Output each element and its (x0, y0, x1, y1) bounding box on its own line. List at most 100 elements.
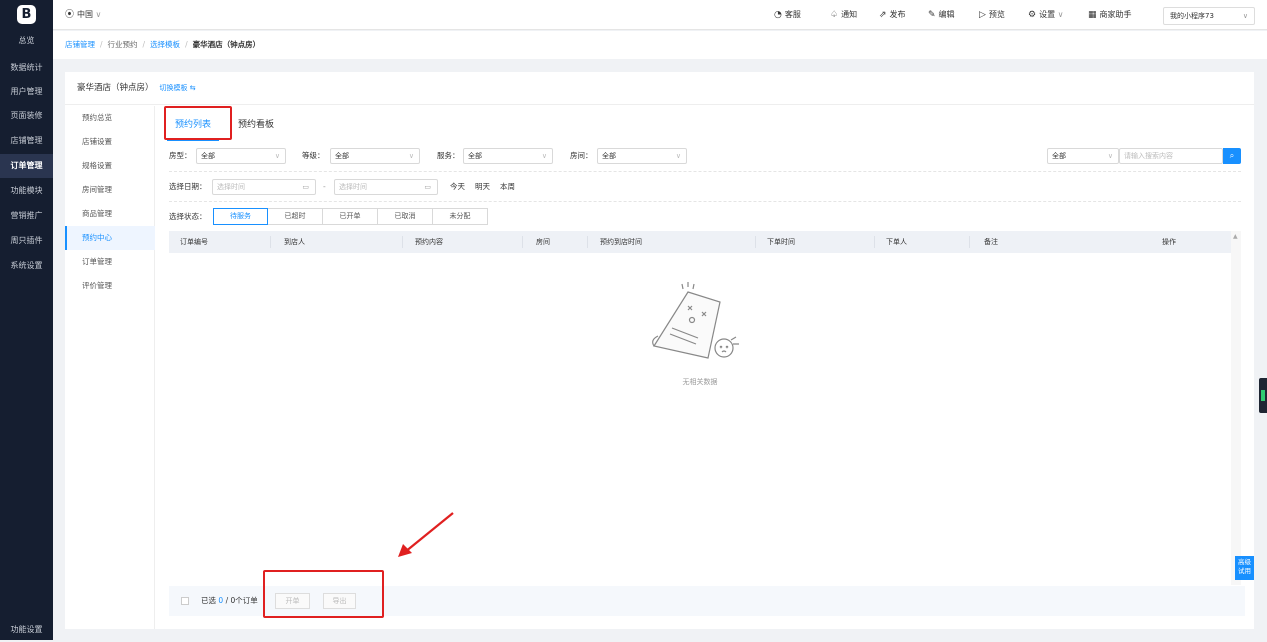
search-button[interactable]: ⌕ (1223, 148, 1241, 164)
search-input[interactable]: 请输入搜索内容 (1119, 148, 1223, 164)
room-label: 房间： (570, 151, 593, 160)
sidebar-item-page-decoration[interactable]: 页面装修 (0, 104, 53, 128)
qrcode-icon: ▦ (1088, 10, 1097, 20)
date-week-link[interactable]: 本周 (500, 179, 515, 195)
chevron-down-icon: ∨ (1055, 10, 1064, 19)
date-today-link[interactable]: 今天 (450, 179, 465, 195)
sidebar-item-marketing[interactable]: 营销推广 (0, 204, 53, 228)
bell-icon: ♤ (830, 10, 839, 20)
sidebar-item-store[interactable]: 店铺管理 (0, 129, 53, 153)
col-content: 预约内容 (415, 238, 443, 246)
sidebar-item-users[interactable]: 用户管理 (0, 80, 53, 104)
status-cancelled[interactable]: 已取消 (378, 208, 433, 225)
sidebar-item-data-stats[interactable]: 数据统计 (0, 56, 53, 80)
side-feedback-tab[interactable] (1259, 378, 1267, 413)
col-room: 房间 (536, 238, 550, 246)
calendar-icon: ▭ (302, 183, 309, 191)
col-order-time: 下单时间 (767, 238, 795, 246)
select-all-checkbox[interactable] (181, 597, 189, 605)
advanced-trial-button[interactable]: 高级试用 (1235, 556, 1254, 580)
subnav-item-spec-settings[interactable]: 规格设置 (65, 154, 155, 178)
preview-label: 预览 (988, 10, 1005, 19)
location-pin-icon: ⦿ (65, 10, 75, 20)
breadcrumb-store[interactable]: 店铺管理 (65, 40, 95, 49)
highlight-box-tab (164, 106, 232, 140)
empty-data-illustration (652, 282, 739, 359)
sidebar-item-function-settings[interactable]: 功能设置 (0, 618, 53, 642)
sidebar-item-modules[interactable]: 功能模块 (0, 179, 53, 203)
chevron-down-icon: ∨ (1107, 152, 1113, 160)
room-type-value: 全部 (201, 152, 215, 160)
col-arrival-time: 预约到店时间 (600, 238, 642, 246)
status-pending[interactable]: 待服务 (213, 208, 268, 225)
status-unassigned[interactable]: 未分配 (433, 208, 488, 225)
selected-suffix: / 0个订单 (225, 596, 258, 605)
status-timeout[interactable]: 已超时 (268, 208, 323, 225)
mini-program-select[interactable]: 我的小程序73 ∨ (1163, 7, 1255, 25)
assistant-button[interactable]: ▦ 商家助手 (1088, 0, 1132, 30)
selection-summary: 已选 0 / 0个订单 (201, 586, 258, 616)
col-remark: 备注 (984, 238, 998, 246)
search-scope-select[interactable]: 全部 ∨ (1047, 148, 1119, 164)
tab-booking-board[interactable]: 预约看板 (230, 109, 282, 141)
publish-button[interactable]: ⇗ 发布 (879, 0, 906, 30)
col-visitor: 到店人 (284, 238, 305, 246)
location-selector[interactable]: ⦿ 中国 ∨ (65, 0, 101, 30)
grade-select[interactable]: 全部 ∨ (330, 148, 420, 164)
publish-icon: ⇗ (879, 10, 887, 20)
table-scrollbar[interactable]: ▲ (1231, 231, 1241, 585)
gear-icon: ⚙ (1028, 10, 1037, 20)
divider (169, 201, 1241, 202)
sidebar-item-orders[interactable]: 订单管理 (0, 154, 53, 178)
service-label: 客服 (784, 10, 801, 19)
col-actions: 操作 (1162, 238, 1176, 246)
search-icon: ⌕ (1229, 151, 1235, 160)
col-sep (587, 236, 588, 248)
room-type-select[interactable]: 全部 ∨ (196, 148, 286, 164)
subnav-item-reviews[interactable]: 评价管理 (65, 274, 155, 298)
breadcrumb-industry[interactable]: 行业预约 (108, 40, 138, 49)
chevron-down-icon: ∨ (93, 10, 102, 19)
sub-nav: 预约总览 店铺设置 规格设置 房间管理 商品管理 预约中心 订单管理 评价管理 (65, 106, 155, 629)
mini-program-label: 我的小程序73 (1170, 12, 1214, 20)
grade-value: 全部 (335, 152, 349, 160)
settings-button[interactable]: ⚙ 设置 ∨ (1028, 0, 1063, 30)
edit-label: 编辑 (938, 10, 955, 19)
breadcrumb-template[interactable]: 选择模板 (150, 40, 180, 49)
col-sep (874, 236, 875, 248)
room-select[interactable]: 全部 ∨ (597, 148, 687, 164)
search-scope-value: 全部 (1052, 152, 1066, 160)
service-value: 全部 (468, 152, 482, 160)
status-opened[interactable]: 已开单 (323, 208, 378, 225)
subnav-item-orders[interactable]: 订单管理 (65, 250, 155, 274)
switch-template-link[interactable]: 切换模板 ⇆ (160, 84, 196, 92)
app-logo[interactable]: B (17, 5, 36, 24)
status-label: 选择状态： (169, 212, 207, 221)
feedback-icon (1261, 390, 1265, 401)
service-select[interactable]: 全部 ∨ (463, 148, 553, 164)
sidebar-item-overview[interactable]: 总览 (0, 29, 53, 53)
col-sep (270, 236, 271, 248)
subnav-item-overview[interactable]: 预约总览 (65, 106, 155, 130)
date-end-input[interactable]: 选择时间 ▭ (334, 179, 438, 195)
sidebar-item-plugins[interactable]: 周只插件 (0, 229, 53, 253)
date-start-input[interactable]: 选择时间 ▭ (212, 179, 316, 195)
date-tomorrow-link[interactable]: 明天 (475, 179, 490, 195)
subnav-item-rooms[interactable]: 房间管理 (65, 178, 155, 202)
col-sep (522, 236, 523, 248)
col-sep (755, 236, 756, 248)
notice-button[interactable]: ♤ 通知 (830, 0, 857, 30)
notice-label: 通知 (841, 10, 858, 19)
room-value: 全部 (602, 152, 616, 160)
subnav-item-booking-center[interactable]: 预约中心 (65, 226, 155, 250)
service-button[interactable]: ◔ 客服 (774, 0, 801, 30)
subnav-item-store-settings[interactable]: 店铺设置 (65, 130, 155, 154)
edit-button[interactable]: ✎ 编辑 (928, 0, 955, 30)
table-header: 订单编号 到店人 预约内容 房间 预约到店时间 下单时间 下单人 备注 操作 (169, 231, 1231, 253)
subnav-item-products[interactable]: 商品管理 (65, 202, 155, 226)
main-sidebar: B 总览 数据统计 用户管理 页面装修 店铺管理 订单管理 功能模块 营销推广 … (0, 0, 53, 640)
sidebar-item-system-settings[interactable]: 系统设置 (0, 254, 53, 278)
top-bar: ⦿ 中国 ∨ ◔ 客服 ♤ 通知 ⇗ 发布 ✎ 编辑 ▷ 预览 ⚙ 设置 ∨ ▦ 商家助手 我的… (53, 0, 1267, 30)
preview-button[interactable]: ▷ 预览 (979, 0, 1005, 30)
col-sep (402, 236, 403, 248)
